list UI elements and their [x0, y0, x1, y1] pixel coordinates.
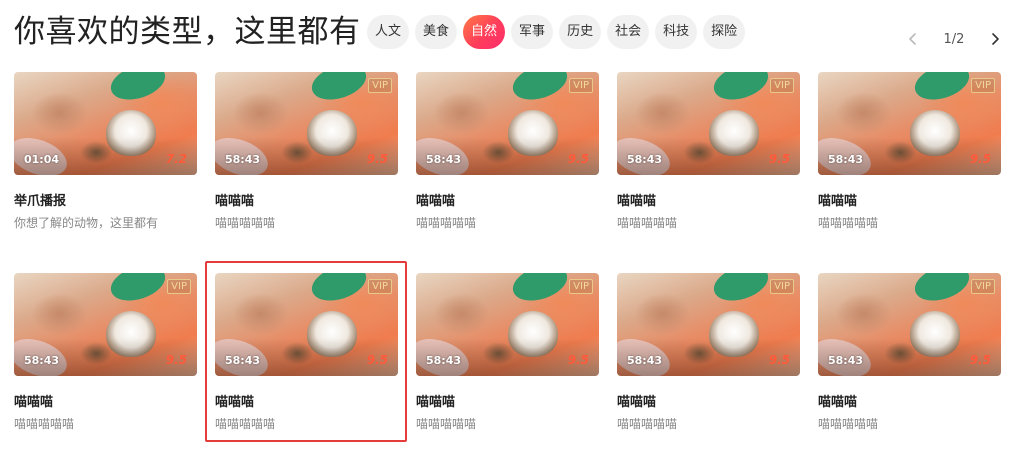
- tab-renwen[interactable]: 人文: [367, 15, 410, 49]
- video-score: 9.5: [366, 353, 388, 367]
- video-score: 9.5: [768, 353, 790, 367]
- video-card[interactable]: 01:04 7.2 举爪播报你想了解的动物，这里都有: [14, 72, 197, 242]
- video-card[interactable]: VIP 58:43 9.5 喵喵喵 喵喵喵喵喵: [416, 273, 599, 443]
- video-duration: 01:04: [24, 153, 60, 166]
- video-subtitle: 喵喵喵喵喵: [416, 417, 477, 431]
- chevron-right-icon: [992, 33, 999, 45]
- thumbnail-decoration: [910, 72, 974, 106]
- pager: 1/2: [900, 24, 1008, 54]
- video-title[interactable]: 喵喵喵: [818, 391, 857, 410]
- prev-page-button[interactable]: [900, 24, 926, 54]
- video-subtitle: 你想了解的动物，这里都有: [14, 216, 159, 230]
- video-duration: 58:43: [627, 153, 663, 166]
- vip-badge: VIP: [368, 279, 392, 294]
- tab-lishi[interactable]: 历史: [559, 15, 602, 49]
- tab-meishi[interactable]: 美食: [415, 15, 458, 49]
- video-card[interactable]: VIP 58:43 9.5 喵喵喵 喵喵喵喵喵: [215, 72, 398, 242]
- video-thumbnail[interactable]: VIP 58:43 9.5: [617, 72, 800, 175]
- video-card[interactable]: VIP 58:43 9.5 喵喵喵 喵喵喵喵喵: [818, 72, 1001, 242]
- video-thumbnail[interactable]: VIP 58:43 9.5: [215, 273, 398, 376]
- video-card[interactable]: VIP 58:43 9.5 喵喵喵 喵喵喵喵喵: [14, 273, 197, 443]
- video-title[interactable]: 喵喵喵: [215, 391, 254, 410]
- video-duration: 58:43: [225, 354, 261, 367]
- video-thumbnail[interactable]: VIP 58:43 9.5: [416, 72, 599, 175]
- vip-badge: VIP: [569, 279, 593, 294]
- video-score: 9.5: [165, 353, 187, 367]
- video-title[interactable]: 举爪播报: [14, 190, 66, 209]
- tab-ziran[interactable]: 自然: [463, 15, 506, 49]
- video-duration: 58:43: [426, 354, 462, 367]
- video-thumbnail[interactable]: VIP 58:43 9.5: [215, 72, 398, 175]
- video-subtitle: 喵喵喵喵喵: [14, 417, 75, 431]
- video-score: 7.2: [165, 152, 187, 166]
- thumbnail-decoration: [910, 273, 974, 307]
- video-subtitle: 喵喵喵喵喵: [215, 417, 276, 431]
- video-thumbnail[interactable]: VIP 58:43 9.5: [617, 273, 800, 376]
- next-page-button[interactable]: [982, 24, 1008, 54]
- video-score: 9.5: [567, 152, 589, 166]
- thumbnail-decoration: [106, 273, 170, 307]
- video-title[interactable]: 喵喵喵: [14, 391, 53, 410]
- vip-badge: VIP: [368, 78, 392, 93]
- chevron-left-icon: [909, 33, 916, 45]
- section-header: 你喜欢的类型，这里都有 人文 美食 自然 军事 历史 社会 科技 探险 1/2: [0, 0, 1026, 64]
- video-score: 9.5: [366, 152, 388, 166]
- page-title: 你喜欢的类型，这里都有: [14, 14, 361, 50]
- video-score: 9.5: [969, 152, 991, 166]
- vip-badge: VIP: [971, 78, 995, 93]
- thumbnail-decoration: [508, 72, 572, 106]
- video-title[interactable]: 喵喵喵: [215, 190, 254, 209]
- video-title[interactable]: 喵喵喵: [818, 190, 857, 209]
- video-thumbnail[interactable]: VIP 58:43 9.5: [14, 273, 197, 376]
- video-title[interactable]: 喵喵喵: [416, 190, 455, 209]
- video-thumbnail[interactable]: VIP 58:43 9.5: [818, 273, 1001, 376]
- vip-badge: VIP: [167, 279, 191, 294]
- video-subtitle: 喵喵喵喵喵: [818, 216, 879, 230]
- video-card[interactable]: VIP 58:43 9.5 喵喵喵 喵喵喵喵喵: [215, 273, 398, 443]
- video-card[interactable]: VIP 58:43 9.5 喵喵喵 喵喵喵喵喵: [416, 72, 599, 242]
- thumbnail-decoration: [709, 273, 773, 307]
- tab-junshi[interactable]: 军事: [511, 15, 554, 49]
- video-thumbnail[interactable]: VIP 58:43 9.5: [818, 72, 1001, 175]
- video-duration: 58:43: [627, 354, 663, 367]
- video-card[interactable]: VIP 58:43 9.5 喵喵喵 喵喵喵喵喵: [818, 273, 1001, 443]
- tab-tanxian[interactable]: 探险: [703, 15, 746, 49]
- thumbnail-decoration: [709, 72, 773, 106]
- video-thumbnail[interactable]: 01:04 7.2: [14, 72, 197, 175]
- video-title[interactable]: 喵喵喵: [617, 391, 656, 410]
- tab-keji[interactable]: 科技: [655, 15, 698, 49]
- video-title[interactable]: 喵喵喵: [617, 190, 656, 209]
- thumbnail-decoration: [106, 72, 170, 106]
- video-subtitle: 喵喵喵喵喵: [416, 216, 477, 230]
- video-card[interactable]: VIP 58:43 9.5 喵喵喵 喵喵喵喵喵: [617, 273, 800, 443]
- video-duration: 58:43: [828, 354, 864, 367]
- video-thumbnail[interactable]: VIP 58:43 9.5: [416, 273, 599, 376]
- vip-badge: VIP: [770, 78, 794, 93]
- page-indicator: 1/2: [943, 31, 965, 47]
- video-subtitle: 喵喵喵喵喵: [818, 417, 879, 431]
- category-tabs: 人文 美食 自然 军事 历史 社会 科技 探险: [367, 15, 746, 49]
- video-duration: 58:43: [225, 153, 261, 166]
- video-duration: 58:43: [828, 153, 864, 166]
- video-card[interactable]: VIP 58:43 9.5 喵喵喵 喵喵喵喵喵: [617, 72, 800, 242]
- video-score: 9.5: [768, 152, 790, 166]
- video-score: 9.5: [969, 353, 991, 367]
- video-title[interactable]: 喵喵喵: [416, 391, 455, 410]
- vip-badge: VIP: [770, 279, 794, 294]
- thumbnail-decoration: [508, 273, 572, 307]
- video-duration: 58:43: [426, 153, 462, 166]
- video-subtitle: 喵喵喵喵喵: [215, 216, 276, 230]
- thumbnail-decoration: [307, 273, 371, 307]
- video-subtitle: 喵喵喵喵喵: [617, 216, 678, 230]
- vip-badge: VIP: [569, 78, 593, 93]
- vip-badge: VIP: [971, 279, 995, 294]
- video-subtitle: 喵喵喵喵喵: [617, 417, 678, 431]
- thumbnail-decoration: [307, 72, 371, 106]
- tab-shehui[interactable]: 社会: [607, 15, 650, 49]
- video-duration: 58:43: [24, 354, 60, 367]
- video-score: 9.5: [567, 353, 589, 367]
